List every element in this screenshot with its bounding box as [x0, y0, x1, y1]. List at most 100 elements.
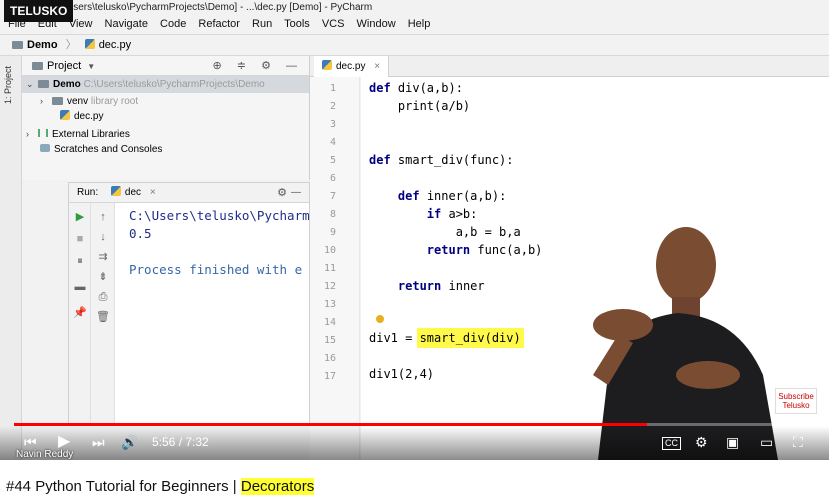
video-title-text: #44 Python Tutorial for Beginners |	[6, 478, 241, 495]
line-number: 6	[329, 173, 336, 184]
project-panel-header: Project ▼ ⊕ ≑ ⚙ —	[22, 56, 309, 76]
menu-refactor: Refactor	[198, 18, 240, 30]
keyword: def	[397, 189, 420, 203]
breadcrumb: Demo 〉 dec.py	[0, 34, 829, 56]
scratches-icon	[40, 144, 50, 152]
fullscreen-icon[interactable]: ⛶	[793, 434, 803, 450]
up-arrow-icon: ↑	[100, 211, 106, 223]
tree-item-label: Demo	[53, 79, 81, 90]
tree-item-external-libraries: › External Libraries	[22, 126, 309, 143]
gear-icon[interactable]: ⚙	[695, 434, 708, 450]
progress-bar[interactable]	[14, 423, 815, 426]
breadcrumb-project: Demo	[27, 39, 58, 51]
code-text: a>b:	[441, 207, 478, 221]
theater-mode-icon[interactable]: ▭	[760, 434, 773, 450]
code-line-5: def smart_div(func):	[369, 153, 514, 167]
tree-item-label: venv	[67, 95, 89, 107]
line-number: 13	[323, 299, 336, 310]
code-line-15: div1 = smart_div(div)	[369, 328, 524, 348]
time-display: 5:56 / 7:32	[152, 435, 209, 449]
python-file-icon	[322, 60, 332, 70]
channel-logo: TELUSKO	[4, 0, 74, 22]
code-line-7: def inner(a,b):	[369, 189, 506, 203]
line-number: 16	[323, 353, 336, 364]
run-output: C:\Users\telusko\Pycharm 0.5 Process fini…	[129, 207, 310, 279]
presenter-hand-right	[676, 361, 740, 389]
line-number: 5	[329, 155, 336, 166]
tree-item-venv: › venv library root	[22, 93, 309, 110]
editor-gutter: 1 2 3 4 5 6 7 8 9 10 11 12 13 14 15 16 1…	[310, 77, 360, 460]
layout-icon: ▬	[74, 281, 86, 293]
code-line-1: def div(a,b):	[369, 81, 463, 95]
progress-fill	[14, 423, 647, 426]
captions-icon[interactable]: CC	[662, 437, 681, 450]
code-text: inner(a,b):	[419, 189, 507, 203]
code-text: a,b = b,a	[455, 225, 521, 239]
subscribe-watermark[interactable]: Subscribe Telusko	[775, 388, 817, 414]
subscribe-label: Subscribe	[778, 392, 814, 401]
run-toolbar-right: ↑ ↓ ⇉ ⇟ ⎙ 🗑	[91, 203, 115, 423]
tree-item-scratches: Scratches and Consoles	[22, 142, 309, 159]
chevron-down-icon: ▼	[87, 62, 96, 71]
previous-icon[interactable]: ⏮	[24, 434, 37, 450]
menu-help: Help	[407, 18, 431, 30]
code-line-2: print(a/b)	[369, 99, 471, 113]
folder-icon	[52, 96, 63, 105]
ide-title-bar: Users\telusko\PycharmProjects\Demo] - ..…	[0, 0, 829, 15]
pin-icon: 📌	[73, 307, 87, 319]
line-number: 2	[329, 101, 336, 112]
code-text: div1 =	[369, 331, 420, 345]
play-button[interactable]: ▶	[58, 434, 70, 450]
chevron-right-icon: ›	[40, 95, 43, 106]
chevron-right-icon: ›	[26, 128, 29, 139]
volume-icon[interactable]: 🔊	[121, 434, 138, 450]
line-number: 8	[329, 209, 336, 220]
tree-item-label: dec.py	[74, 111, 104, 122]
video-player[interactable]: Users\telusko\PycharmProjects\Demo] - ..…	[0, 0, 829, 460]
tree-item-demo: ⌄ Demo C:\Users\telusko\PycharmProjects\D…	[22, 76, 309, 93]
code-line-9: a,b = b,a	[369, 225, 521, 239]
run-label: Run:	[77, 187, 99, 198]
line-number: 15	[323, 335, 336, 346]
library-icon	[38, 128, 48, 137]
close-icon: ×	[374, 61, 381, 72]
next-icon[interactable]: ⏭	[92, 434, 105, 450]
pause-icon: ⏸	[77, 255, 83, 267]
trash-icon: 🗑	[96, 311, 110, 323]
video-controls: ⏮ ▶ ⏭ 🔊 CC ⚙ ▣ ▭ ⛶	[0, 426, 829, 460]
keyword: return	[426, 243, 471, 257]
miniplayer-icon[interactable]: ▣	[726, 434, 739, 450]
line-number: 3	[329, 119, 336, 130]
tab-label: dec.py	[336, 61, 366, 72]
tree-item-label: External Libraries	[52, 128, 130, 140]
creator-name: Navin Reddy	[16, 449, 74, 460]
project-panel-title: Project	[47, 60, 82, 72]
chevron-down-icon: ⌄	[26, 79, 34, 89]
stop-icon: ■	[76, 233, 84, 245]
ide-title: Users\telusko\PycharmProjects\Demo] - ..…	[66, 2, 373, 13]
line-number: 14	[323, 317, 336, 328]
down-arrow-icon: ↓	[100, 231, 106, 243]
line-number: 7	[329, 191, 336, 202]
keyword: def	[369, 153, 391, 167]
left-tool-stripe: 1: Project	[0, 56, 22, 460]
code-line-12: return inner	[369, 279, 485, 293]
run-panel-header: Run: dec × ⚙ —	[69, 183, 309, 203]
tree-item-note: library root	[90, 95, 139, 107]
keyword: def	[369, 81, 391, 95]
project-panel-icon	[32, 62, 43, 70]
python-file-icon	[84, 39, 95, 49]
code-line-17: div1(2,4)	[369, 367, 435, 381]
minimize-icon: —	[291, 187, 301, 198]
output-line: 0.5	[129, 226, 152, 241]
code-line-8: if a>b:	[369, 207, 478, 221]
tab-dec-py: dec.py ×	[314, 56, 390, 77]
breadcrumb-file: dec.py	[98, 39, 132, 51]
subscribe-channel: Telusko	[782, 401, 810, 410]
soft-wrap-icon: ⇉	[98, 251, 108, 263]
presenter-head	[656, 227, 716, 303]
project-tool-label: 1: Project	[3, 66, 13, 105]
keyword: if	[426, 207, 442, 221]
tree-item-label: Scratches and Consoles	[54, 144, 163, 155]
